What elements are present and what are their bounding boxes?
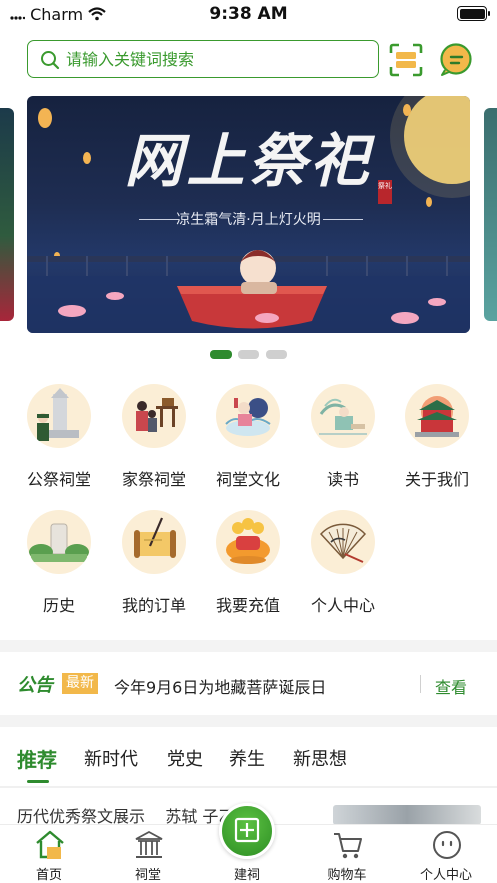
grid-item-label: 关于我们	[404, 470, 469, 489]
tab-health[interactable]: 养生	[229, 745, 265, 771]
grid-item-label: 公祭祠堂	[26, 470, 91, 489]
notice-bar[interactable]: 公告 最新 今年9月6日为地藏菩萨诞辰日 查看	[0, 655, 497, 715]
family-worship-icon	[122, 384, 186, 448]
profile-icon	[433, 831, 461, 859]
grid-item-label: 家祭祠堂	[121, 470, 186, 489]
scan-icon	[389, 43, 423, 77]
tab-active-indicator	[27, 780, 49, 783]
grid-item-label: 个人中心	[310, 596, 375, 615]
clock: 9:38 AM	[209, 4, 288, 24]
hall-icon	[135, 830, 163, 858]
search-bar[interactable]	[27, 40, 379, 78]
notice-view-button[interactable]: 查看	[435, 674, 467, 698]
grid-item-label: 祠堂文化	[215, 470, 280, 489]
grid-item-about-us[interactable]: 关于我们	[390, 384, 484, 494]
banner-carousel[interactable]: 网上祭祀 祭礼 凉生霜气清·月上灯火明	[27, 96, 470, 333]
home-icon	[36, 830, 64, 859]
grid-item-recharge[interactable]: 我要充值	[201, 510, 295, 620]
nav-label: 建祠	[233, 868, 260, 883]
carousel-dot[interactable]	[238, 350, 259, 359]
grid-item-hall-culture[interactable]: 祠堂文化	[201, 384, 295, 494]
scan-button[interactable]	[389, 43, 423, 77]
nav-home[interactable]: 首页	[9, 825, 89, 883]
banner-divider-right	[323, 219, 363, 220]
nav-label: 首页	[35, 868, 62, 883]
grid-item-label: 历史	[42, 596, 75, 615]
notice-divider	[420, 675, 421, 693]
reading-icon	[311, 384, 375, 448]
carousel-dot-active[interactable]	[210, 350, 232, 359]
tab-party-history[interactable]: 党史	[167, 745, 203, 771]
search-icon	[40, 50, 60, 74]
cart-icon	[334, 833, 362, 859]
memorial-icon	[27, 384, 91, 448]
nav-cart[interactable]: 购物车	[307, 825, 387, 883]
nav-label: 购物车	[327, 868, 367, 883]
grid-item-reading[interactable]: 读书	[296, 384, 390, 494]
culture-icon	[216, 384, 280, 448]
tab-recommend[interactable]: 推荐	[17, 744, 57, 773]
treasure-icon	[216, 510, 280, 574]
battery-icon	[457, 6, 490, 21]
grid-item-public-hall[interactable]: 公祭祠堂	[12, 384, 106, 494]
grid-item-history[interactable]: 历史	[12, 510, 106, 620]
section-divider	[0, 715, 497, 727]
nav-hall[interactable]: 祠堂	[108, 825, 188, 883]
build-hall-icon	[234, 817, 260, 843]
banner-subtitle: 凉生霜气清·月上灯火明	[176, 212, 321, 228]
history-icon	[27, 510, 91, 574]
message-icon	[440, 43, 472, 76]
banner-seal: 祭礼	[378, 180, 392, 204]
tab-new-era[interactable]: 新时代	[84, 745, 138, 771]
fan-icon	[311, 510, 375, 574]
tabs-divider	[0, 786, 497, 788]
nav-profile[interactable]: 个人中心	[406, 825, 486, 883]
notice-badge: 最新	[62, 673, 98, 694]
nav-build-hall-button[interactable]	[219, 803, 275, 859]
scroll-icon	[122, 510, 186, 574]
article-thumbnail[interactable]	[333, 805, 481, 825]
search-input[interactable]	[66, 43, 366, 75]
status-bar: Charm 9:38 AM	[0, 0, 497, 30]
bottom-nav: 首页 祠堂 建祠 购物车 个人中心	[0, 803, 497, 883]
grid-item-my-orders[interactable]: 我的订单	[107, 510, 201, 620]
grid-item-label: 读书	[326, 470, 359, 489]
carousel-dot[interactable]	[266, 350, 287, 359]
banner-prev-slide[interactable]	[0, 108, 14, 321]
nav-label: 个人中心	[419, 868, 472, 883]
temple-icon	[405, 384, 469, 448]
message-button[interactable]	[439, 43, 473, 77]
grid-item-family-hall[interactable]: 家祭祠堂	[107, 384, 201, 494]
nav-label: 祠堂	[134, 868, 161, 883]
grid-item-personal-center[interactable]: 个人中心	[296, 510, 390, 620]
grid-item-label: 我要充值	[215, 596, 280, 615]
banner-title: 网上祭祀	[124, 127, 373, 195]
tab-new-thought[interactable]: 新思想	[293, 745, 347, 771]
notice-text[interactable]: 今年9月6日为地藏菩萨诞辰日	[114, 674, 326, 698]
grid-item-label: 我的订单	[121, 596, 186, 615]
banner-next-slide[interactable]	[484, 108, 497, 321]
notice-tag: 公告	[17, 675, 53, 696]
section-divider	[0, 640, 497, 652]
